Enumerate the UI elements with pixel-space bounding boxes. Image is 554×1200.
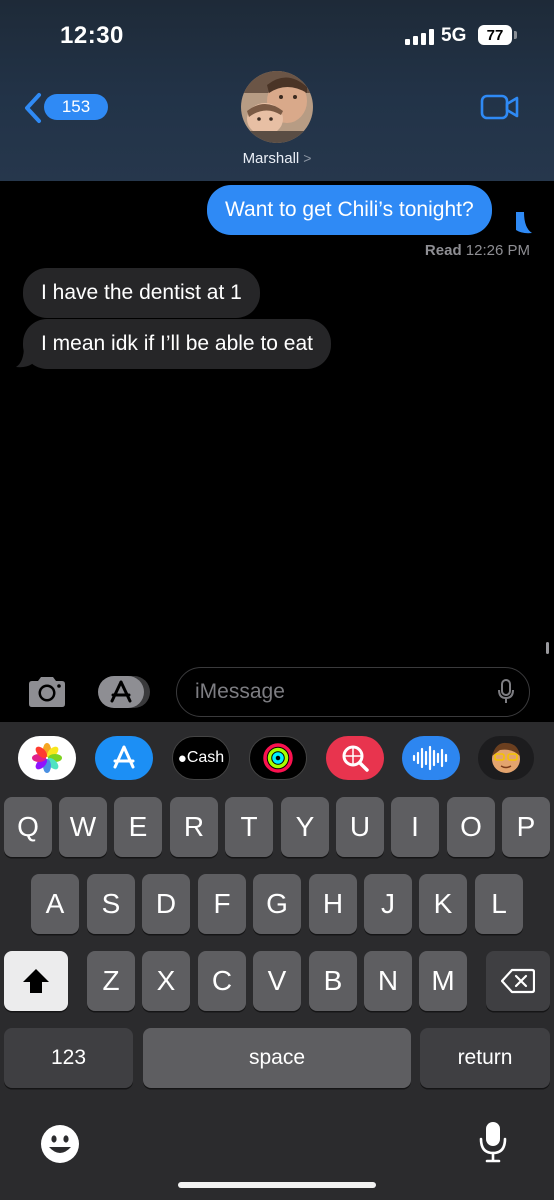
shift-key[interactable] xyxy=(4,951,68,1011)
home-indicator[interactable] xyxy=(178,1182,376,1188)
contact-name-button[interactable]: Marshall > xyxy=(0,150,554,167)
app-store-icon[interactable] xyxy=(95,736,153,780)
app-store-drawer-icon xyxy=(98,676,150,708)
contact-name: Marshall xyxy=(242,150,300,167)
activity-icon[interactable] xyxy=(249,736,307,780)
signal-icon xyxy=(405,29,434,45)
key-h[interactable]: H xyxy=(309,874,357,934)
dictation-button[interactable] xyxy=(497,679,515,710)
shift-arrow-icon xyxy=(23,969,49,993)
key-d[interactable]: D xyxy=(142,874,190,934)
space-key[interactable]: space xyxy=(143,1028,411,1088)
delete-key[interactable] xyxy=(486,951,550,1011)
emoji-button[interactable] xyxy=(40,1124,80,1169)
chevron-left-icon xyxy=(25,93,41,123)
key-j[interactable]: J xyxy=(364,874,412,934)
backspace-icon xyxy=(501,968,535,994)
message-composer[interactable] xyxy=(176,667,530,717)
video-camera-icon xyxy=(480,94,519,120)
battery-icon: 77 xyxy=(478,25,512,45)
unread-count-badge: 153 xyxy=(44,94,108,120)
apple-cash-icon[interactable]: ● Cash xyxy=(172,736,230,780)
microphone-icon xyxy=(498,679,514,703)
key-x[interactable]: X xyxy=(142,951,190,1011)
key-y[interactable]: Y xyxy=(281,797,329,857)
numbers-key[interactable]: 123 xyxy=(4,1028,133,1088)
read-receipt: Read 12:26 PM xyxy=(425,242,530,259)
image-search-icon[interactable] xyxy=(326,736,384,780)
key-z[interactable]: Z xyxy=(87,951,135,1011)
apple-cash-label: Cash xyxy=(186,749,225,766)
key-q[interactable]: Q xyxy=(4,797,52,857)
apps-button[interactable] xyxy=(98,675,152,709)
outgoing-message[interactable]: Want to get Chili’s tonight? xyxy=(207,185,492,235)
key-i[interactable]: I xyxy=(391,797,439,857)
facetime-video-button[interactable] xyxy=(480,93,520,126)
incoming-message[interactable]: I have the dentist at 1 xyxy=(23,268,260,318)
key-l[interactable]: L xyxy=(475,874,523,934)
key-t[interactable]: T xyxy=(225,797,273,857)
network-type: 5G xyxy=(441,25,467,46)
key-u[interactable]: U xyxy=(336,797,384,857)
key-f[interactable]: F xyxy=(198,874,246,934)
conversation-header: 12:30 5G 77 153 Marshall > xyxy=(0,0,554,181)
key-w[interactable]: W xyxy=(59,797,107,857)
audio-message-icon[interactable] xyxy=(402,736,460,780)
key-c[interactable]: C xyxy=(198,951,246,1011)
scroll-indicator[interactable] xyxy=(546,642,549,654)
photos-icon[interactable] xyxy=(18,736,76,780)
key-p[interactable]: P xyxy=(502,797,550,857)
bubble-tail xyxy=(16,346,32,368)
memoji-icon[interactable] xyxy=(478,736,534,780)
key-g[interactable]: G xyxy=(253,874,301,934)
emoji-icon xyxy=(41,1125,79,1163)
camera-icon xyxy=(29,677,65,707)
key-b[interactable]: B xyxy=(309,951,357,1011)
key-s[interactable]: S xyxy=(87,874,135,934)
microphone-icon xyxy=(479,1122,507,1163)
contact-avatar[interactable] xyxy=(241,71,313,143)
chevron-right-icon: > xyxy=(303,150,312,166)
incoming-message[interactable]: I mean idk if I’ll be able to eat xyxy=(23,319,331,369)
key-k[interactable]: K xyxy=(419,874,467,934)
key-a[interactable]: A xyxy=(31,874,79,934)
keyboard-dictation-button[interactable] xyxy=(478,1120,508,1169)
bubble-tail xyxy=(516,212,532,234)
status-time: 12:30 xyxy=(60,22,124,49)
key-m[interactable]: M xyxy=(419,951,467,1011)
back-button[interactable]: 153 xyxy=(20,90,108,126)
message-input[interactable] xyxy=(195,676,485,708)
imessage-app-strip: ● Cash xyxy=(0,736,554,784)
read-label: Read xyxy=(424,242,462,259)
read-time: 12:26 PM xyxy=(465,242,530,259)
key-r[interactable]: R xyxy=(170,797,218,857)
key-v[interactable]: V xyxy=(253,951,301,1011)
battery-tip xyxy=(514,31,517,39)
key-e[interactable]: E xyxy=(114,797,162,857)
camera-button[interactable] xyxy=(25,675,69,714)
key-n[interactable]: N xyxy=(364,951,412,1011)
key-o[interactable]: O xyxy=(447,797,495,857)
return-key[interactable]: return xyxy=(420,1028,550,1088)
